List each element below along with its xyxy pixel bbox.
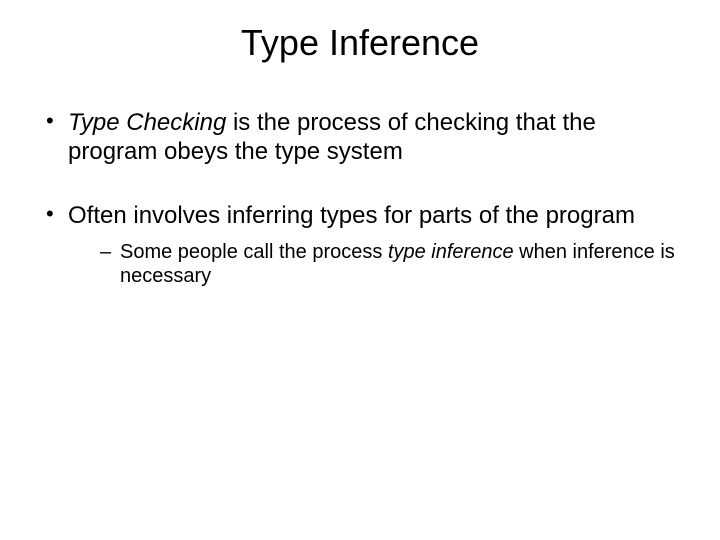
term-type-inference: type inference (388, 241, 514, 263)
term-type-checking: Type Checking (68, 109, 226, 136)
sub-bullet-list: Some people call the process type infere… (96, 240, 686, 288)
bullet-item: Type Checking is the process of checking… (40, 108, 686, 167)
slide: Type Inference Type Checking is the proc… (0, 0, 720, 540)
sub-bullet-item: Some people call the process type infere… (96, 240, 686, 288)
bullet-list: Type Checking is the process of checking… (40, 108, 686, 288)
bullet-text: Often involves inferring types for parts… (68, 202, 635, 229)
sub-bullet-text-pre: Some people call the process (120, 241, 388, 263)
bullet-item: Often involves inferring types for parts… (40, 201, 686, 288)
slide-title: Type Inference (34, 22, 686, 64)
